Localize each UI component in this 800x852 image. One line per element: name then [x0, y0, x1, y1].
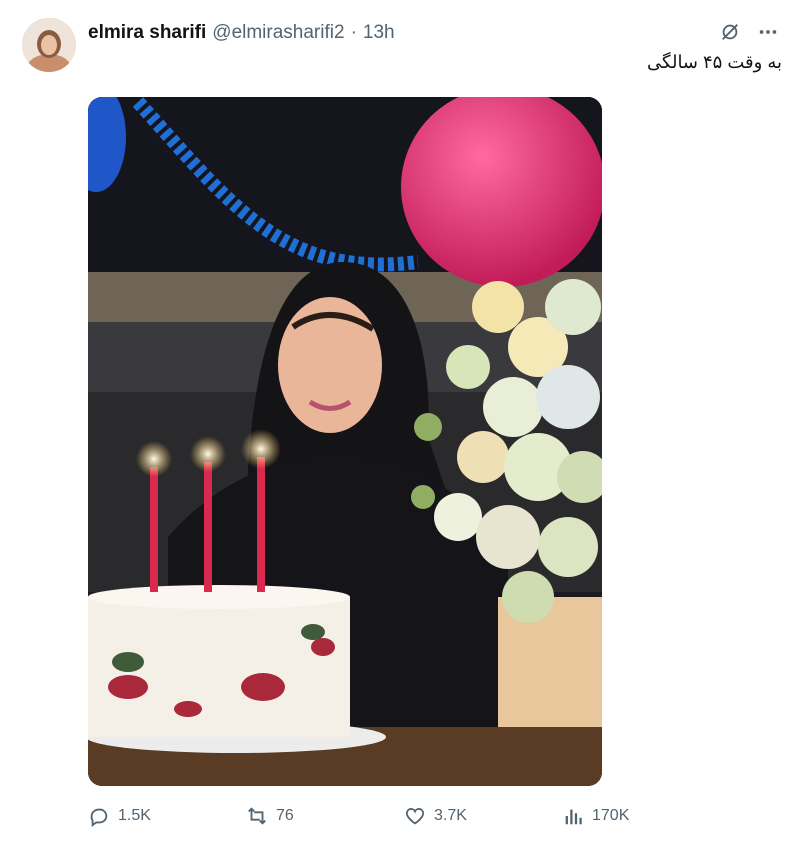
timestamp[interactable]: 13h — [363, 22, 395, 44]
retweet-icon — [248, 807, 266, 825]
author-handle[interactable]: @elmirasharifi2 — [212, 22, 344, 44]
tweet-top-actions — [718, 20, 780, 44]
reply-icon — [90, 808, 108, 827]
more-icon[interactable] — [756, 20, 780, 44]
retweet-count: 76 — [276, 807, 294, 824]
grok-icon[interactable] — [718, 20, 742, 44]
avatar[interactable] — [22, 18, 76, 72]
like-button[interactable]: 3.7K — [404, 805, 467, 827]
tweet-actions: 1.5K 76 3.7K 170K — [88, 805, 648, 833]
heart-icon — [405, 808, 425, 825]
tweet-text: به وقت ۴۵ سالگی — [647, 52, 782, 72]
views-icon — [565, 809, 582, 825]
tweet-photo[interactable] — [88, 97, 602, 786]
retweet-button[interactable]: 76 — [246, 805, 294, 827]
like-count: 3.7K — [434, 807, 467, 824]
reply-count: 1.5K — [118, 807, 151, 824]
author-name[interactable]: elmira sharifi — [88, 22, 206, 44]
views-button[interactable]: 170K — [562, 805, 629, 827]
reply-button[interactable]: 1.5K — [88, 805, 151, 827]
view-count: 170K — [592, 807, 630, 824]
separator-dot: · — [350, 22, 357, 43]
tweet-header: elmira sharifi @elmirasharifi2 · 13h — [88, 20, 395, 46]
